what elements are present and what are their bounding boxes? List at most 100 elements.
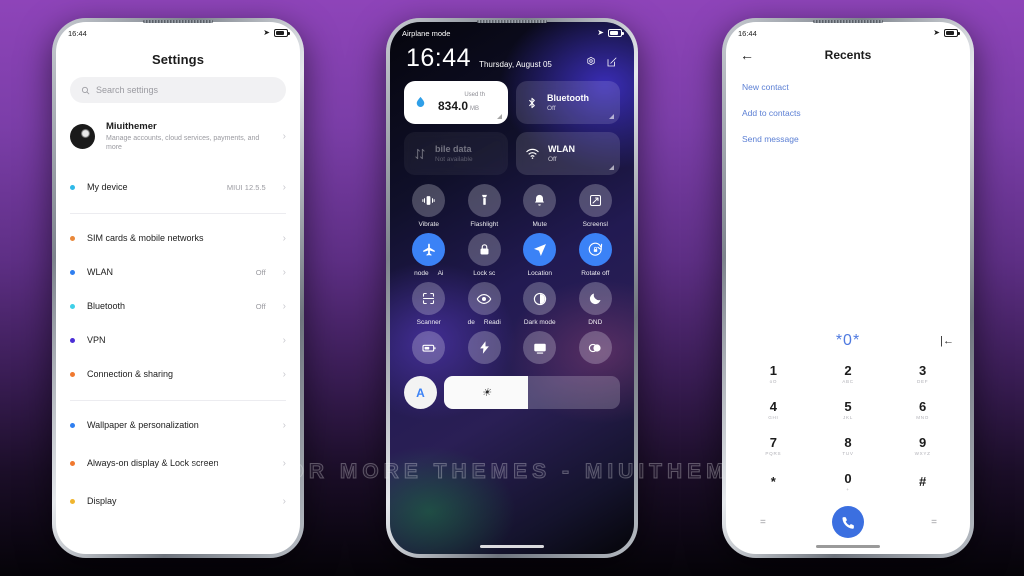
toggle-reading-mode[interactable]: de Readi [457, 282, 513, 326]
chevron-right-icon: › [282, 266, 286, 278]
key-9[interactable]: 9 WXYZ [885, 428, 960, 464]
toggle-label: Flashlight [470, 221, 499, 228]
chevron-right-icon: › [282, 368, 286, 380]
dialed-number[interactable]: *0* [760, 332, 936, 350]
earpiece-grille [477, 20, 547, 23]
account-row[interactable]: Miuithemer Manage accounts, cloud servic… [56, 121, 300, 171]
sidebar-item-display[interactable]: Display › [56, 485, 300, 519]
toggle-mute[interactable]: Mute [512, 184, 568, 228]
toggle-circle [412, 233, 446, 266]
resize-corner-icon [497, 114, 502, 119]
key-digit: 9 [919, 435, 927, 451]
tile-wlan[interactable]: WLAN Off [516, 132, 620, 175]
toggle-power-boost[interactable] [457, 331, 513, 368]
toggle-circle [412, 331, 446, 364]
divider [70, 399, 286, 401]
phone-call-icon[interactable] [832, 506, 864, 538]
toggle-circle [467, 282, 501, 315]
link-add-to-contacts[interactable]: Add to contacts [742, 100, 954, 126]
key-5[interactable]: 5 JKL [811, 392, 886, 428]
auto-brightness-button[interactable]: A [404, 376, 437, 409]
tile-data-usage[interactable]: Used th 834.0 MB [404, 81, 508, 124]
toggle-lock-screen[interactable]: Lock sc [457, 233, 513, 277]
toggle-circle [523, 282, 557, 315]
toggle-contrast-split[interactable] [568, 331, 624, 368]
toggle-dark-mode[interactable]: Dark mode [512, 282, 568, 326]
bluetooth-icon [529, 97, 535, 108]
toggle-label: Scanner [416, 319, 441, 326]
phone-device-dialer: 16:44 ➤ ← Recents New contact Add to con… [722, 18, 974, 558]
key-digit: 6 [919, 399, 927, 415]
left-action-icon[interactable]: = [760, 517, 766, 528]
toggle-dnd[interactable]: DND [568, 282, 624, 326]
toggle-circle [523, 184, 557, 217]
sidebar-item-bluetooth[interactable]: Bluetooth Off › [56, 290, 300, 324]
item-dot [70, 423, 75, 429]
key-1[interactable]: 1 oO [736, 356, 811, 392]
toggle-circle [467, 184, 501, 217]
key-digit: 2 [844, 363, 852, 379]
toggle-label: Dark mode [523, 319, 556, 326]
link-new-contact[interactable]: New contact [742, 74, 954, 100]
key-letters: WXYZ [914, 450, 931, 456]
toggle-label: Rotate off [581, 270, 610, 277]
toggle-label: DND [588, 319, 603, 326]
key-3[interactable]: 3 DEF [885, 356, 960, 392]
toggle-screenshot[interactable]: Screensl [568, 184, 624, 228]
clock-time: 16:44 [406, 44, 472, 72]
key-star[interactable]: * [736, 464, 811, 500]
key-2[interactable]: 2 ABC [811, 356, 886, 392]
moon-icon [589, 293, 601, 305]
home-indicator [816, 545, 880, 548]
brightness-slider[interactable]: ☀ [444, 376, 620, 409]
sidebar-item-my-device[interactable]: My device MIUI 12.5.5 › [56, 171, 300, 205]
flashlight-icon [481, 194, 487, 205]
screenshot-icon [589, 195, 601, 206]
backspace-icon[interactable]: |← [936, 335, 954, 347]
tile-mobile-data[interactable]: bile data Not available [404, 132, 508, 175]
item-dot [70, 304, 75, 310]
dialer-screen: 16:44 ➤ ← Recents New contact Add to con… [726, 22, 970, 554]
item-label: Wallpaper & personalization [87, 419, 199, 430]
sidebar-item-wlan[interactable]: WLAN Off › [56, 256, 300, 290]
edit-icon[interactable] [606, 56, 618, 68]
toggle-flashlight[interactable]: Flashlight [457, 184, 513, 228]
phone-device-control-center: Airplane mode ➤ 16:44 Thursday, August 0… [386, 18, 638, 558]
tile-bluetooth[interactable]: Bluetooth Off [516, 81, 620, 124]
sidebar-item-wallpaper[interactable]: Wallpaper & personalization › [56, 409, 300, 443]
wifi-icon [526, 148, 539, 159]
dialed-number-row: *0* |← [726, 332, 970, 356]
item-label: SIM cards & mobile networks [87, 232, 204, 243]
back-arrow-icon[interactable]: ← [740, 48, 762, 62]
toggle-cast[interactable] [512, 331, 568, 368]
key-4[interactable]: 4 GHI [736, 392, 811, 428]
key-8[interactable]: 8 TUV [811, 428, 886, 464]
toggle-label: de [467, 319, 475, 326]
key-6[interactable]: 6 MNO [885, 392, 960, 428]
sidebar-item-sim-cards[interactable]: SIM cards & mobile networks › [56, 222, 300, 256]
sidebar-item-always-on-display[interactable]: Always-on display & Lock screen › [56, 443, 300, 485]
settings-gear-icon[interactable] [585, 56, 597, 68]
search-input[interactable]: Search settings [70, 77, 286, 103]
item-value: Off [255, 302, 266, 312]
lightning-icon [479, 341, 489, 354]
key-7[interactable]: 7 PQRS [736, 428, 811, 464]
tile-label: bile data [435, 143, 472, 154]
toggle-location[interactable]: Location [512, 233, 568, 277]
key-letters: GHI [768, 414, 779, 420]
sidebar-item-connection-sharing[interactable]: Connection & sharing › [56, 358, 300, 392]
toggle-battery-saver[interactable] [401, 331, 457, 368]
toggle-rotate-off[interactable]: Rotate off [568, 233, 624, 277]
link-send-message[interactable]: Send message [742, 126, 954, 152]
toggle-airplane-mode[interactable]: node Ai [401, 233, 457, 277]
toggle-scanner[interactable]: Scanner [401, 282, 457, 326]
tile-label: Bluetooth [547, 92, 589, 103]
key-0[interactable]: 0 + [811, 464, 886, 500]
toggle-label-alt: Readi [483, 319, 501, 326]
battery-icon [608, 29, 624, 37]
toggle-vibrate[interactable]: Vibrate [401, 184, 457, 228]
sidebar-item-vpn[interactable]: VPN › [56, 324, 300, 358]
right-action-icon[interactable]: = [931, 517, 937, 528]
key-hash[interactable]: # [885, 464, 960, 500]
account-name: Miuithemer [106, 121, 157, 132]
